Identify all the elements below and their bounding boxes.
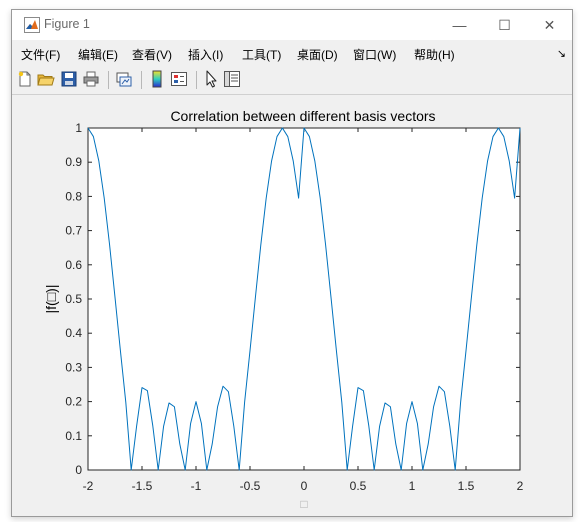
x-tick-label: -0.5 [240, 479, 261, 493]
maximize-button[interactable]: ☐ [482, 10, 527, 40]
y-tick-label: 0.3 [65, 360, 82, 374]
open-file-icon[interactable] [37, 70, 55, 88]
menu-help[interactable]: 帮助(H) [414, 46, 455, 63]
insert-colorbar-icon[interactable] [148, 70, 166, 88]
figure-canvas: Correlation between different basis vect… [12, 95, 572, 516]
edit-plot-icon[interactable] [202, 70, 220, 88]
x-tick-label: -1.5 [132, 479, 153, 493]
minimize-button[interactable]: — [437, 10, 482, 40]
menu-desktop[interactable]: 桌面(D) [297, 46, 338, 63]
toolbar-separator [141, 71, 142, 89]
title-bar[interactable]: Figure 1 — ☐ ✕ [12, 10, 572, 40]
menu-view[interactable]: 查看(V) [132, 46, 172, 63]
link-plot-icon[interactable] [115, 70, 133, 88]
plot-axes[interactable] [87, 127, 521, 471]
window-title: Figure 1 [44, 17, 90, 31]
figure-window: Figure 1 — ☐ ✕ 文件(F) 编辑(E) 查看(V) 插入(I) 工… [11, 9, 573, 517]
menu-tools[interactable]: 工具(T) [242, 46, 281, 63]
toolbar-separator [108, 71, 109, 89]
x-tick-label: 1 [409, 479, 416, 493]
y-axis-label: |f(□)| [43, 285, 59, 314]
y-tick-label: 0.6 [65, 258, 82, 272]
menu-file[interactable]: 文件(F) [21, 46, 60, 63]
figure-toolbar [12, 66, 572, 95]
y-tick-label: 0.8 [65, 189, 82, 203]
menu-edit[interactable]: 编辑(E) [78, 46, 118, 63]
print-icon[interactable] [82, 70, 100, 88]
x-tick-label: -1 [191, 479, 202, 493]
property-inspector-icon[interactable] [223, 70, 241, 88]
new-figure-icon[interactable] [16, 70, 34, 88]
x-tick-label: -2 [83, 479, 94, 493]
x-axis-label: □ [300, 497, 307, 511]
y-tick-label: 0.7 [65, 224, 82, 238]
chart-title: Correlation between different basis vect… [170, 108, 435, 124]
y-tick-label: 0.5 [65, 292, 82, 306]
close-button[interactable]: ✕ [527, 10, 572, 40]
y-tick-label: 1 [75, 121, 82, 135]
menu-insert[interactable]: 插入(I) [188, 46, 223, 63]
save-icon[interactable] [60, 70, 78, 88]
y-tick-label: 0 [75, 463, 82, 477]
x-tick-label: 1.5 [458, 479, 475, 493]
insert-legend-icon[interactable] [170, 70, 188, 88]
toolbar-separator [196, 71, 197, 89]
x-tick-label: 0.5 [350, 479, 367, 493]
menu-bar: 文件(F) 编辑(E) 查看(V) 插入(I) 工具(T) 桌面(D) 窗口(W… [12, 41, 572, 65]
y-tick-label: 0.1 [65, 429, 82, 443]
y-tick-label: 0.4 [65, 326, 82, 340]
y-tick-label: 0.9 [65, 155, 82, 169]
toolbar-dock-arrow-icon[interactable]: ↘ [557, 47, 566, 60]
menu-window[interactable]: 窗口(W) [353, 46, 396, 63]
y-tick-label: 0.2 [65, 395, 82, 409]
matlab-logo-icon [24, 17, 40, 33]
x-tick-label: 2 [517, 479, 524, 493]
x-tick-label: 0 [301, 479, 308, 493]
plot-svg: Correlation between different basis vect… [43, 108, 524, 511]
